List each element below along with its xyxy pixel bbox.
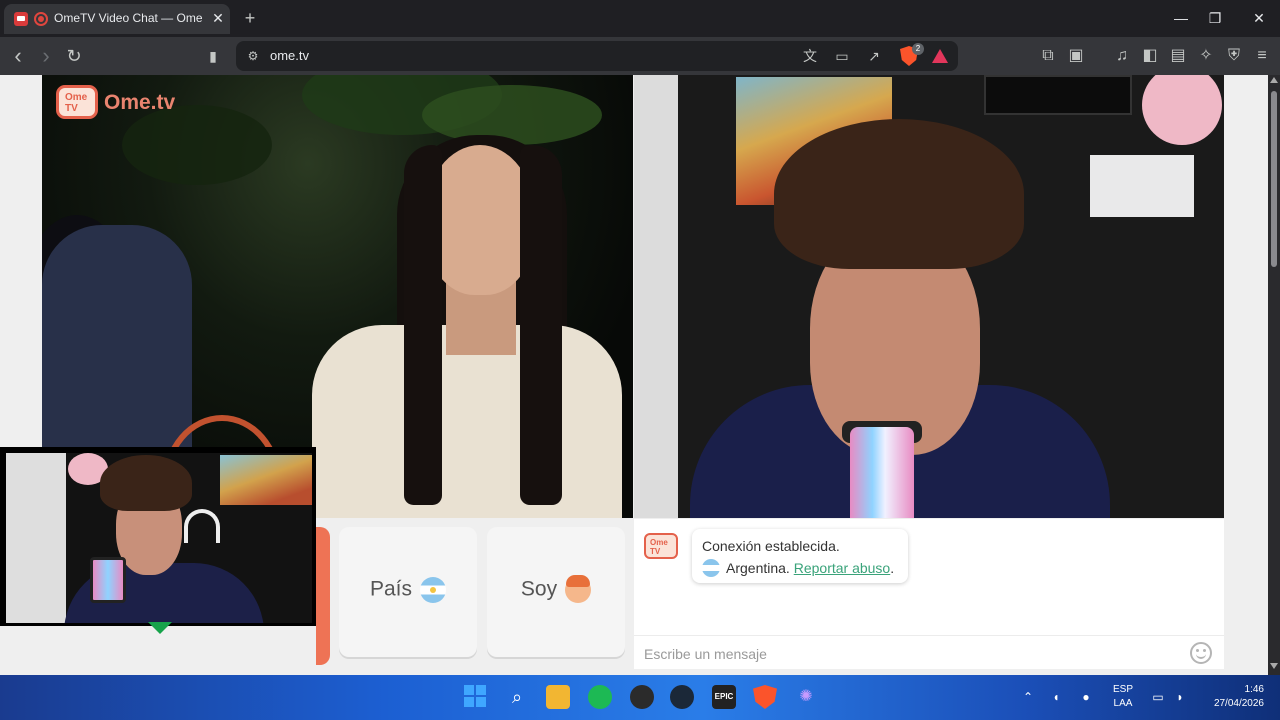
file-explorer-icon[interactable]: [546, 685, 570, 709]
bookmark-button[interactable]: ▮: [203, 46, 223, 66]
extensions-icon[interactable]: ⧉: [1038, 46, 1058, 66]
chevron-up-icon[interactable]: ⌃: [1020, 689, 1036, 705]
minimize-button[interactable]: —: [1170, 8, 1192, 28]
steam-icon[interactable]: [670, 685, 694, 709]
language-indicator[interactable]: ESP LAA: [1110, 683, 1136, 711]
logo-text: Ome.tv: [104, 91, 176, 114]
tab-title: OmeTV Video Chat — Omegle: [54, 11, 202, 25]
argentina-flag-icon: [702, 559, 720, 577]
tab-close-icon[interactable]: ✕: [209, 9, 227, 27]
back-button[interactable]: ‹: [8, 45, 28, 67]
arrow-down-icon: [148, 622, 172, 634]
time: 1:46: [1244, 684, 1264, 695]
gender-label: Soy: [520, 577, 558, 601]
gender-button[interactable]: Soy: [487, 527, 625, 657]
microphone-icon[interactable]: ●: [1078, 689, 1094, 705]
country-name: Argentina.: [726, 560, 790, 576]
sidebar-icon[interactable]: ◧: [1140, 46, 1160, 66]
shield-count-badge: 2: [912, 43, 924, 55]
menu-icon[interactable]: ≡: [1252, 46, 1272, 66]
ometv-logo: Ome TV Ome.tv: [56, 83, 186, 123]
country-label: País: [369, 577, 413, 601]
screenshot-icon[interactable]: ▣: [1066, 46, 1086, 66]
app-icon[interactable]: ✺: [794, 685, 818, 709]
report-abuse-link[interactable]: Reportar abuso: [794, 560, 891, 576]
chat-panel: Ome TV Conexión establecida. Argentina. …: [634, 519, 1224, 669]
reload-button[interactable]: ↻: [64, 46, 84, 66]
obs-icon[interactable]: [630, 685, 654, 709]
headphones-icon: [184, 509, 220, 543]
recording-icon: [34, 12, 48, 26]
argentina-flag-icon: [420, 577, 447, 603]
browser-tab[interactable]: OmeTV Video Chat — Omegle ✕: [4, 4, 230, 34]
translate-icon[interactable]: 文: [800, 46, 820, 66]
url-text[interactable]: ome.tv: [270, 48, 309, 63]
leo-icon[interactable]: ✧: [1196, 46, 1216, 66]
browser-toolbar: ‹ › ↻ ▮ ⚙ ome.tv 文 ▭ ↗ 2 ⧉ ▣ ♫ ◧ ▤ ✧ ⛨ ≡: [0, 37, 1280, 75]
facecam-overlay: [0, 447, 316, 626]
language: ESP: [1112, 684, 1133, 695]
speaker-icon[interactable]: ◖: [1048, 689, 1064, 705]
page-scrollbar[interactable]: [1268, 75, 1280, 675]
chat-input-row: [634, 635, 1224, 669]
logo-badge-text: Ome TV: [65, 92, 88, 114]
brave-rewards-icon[interactable]: [932, 49, 948, 63]
vpn-icon[interactable]: ⛨: [1224, 46, 1244, 66]
network-icon[interactable]: ▭: [1150, 689, 1166, 705]
start-button[interactable]: [316, 527, 330, 665]
ometv-avatar-icon: Ome TV: [644, 533, 678, 559]
spotify-icon[interactable]: [588, 685, 612, 709]
new-tab-button[interactable]: +: [240, 8, 260, 28]
cast-icon[interactable]: ▭: [832, 46, 852, 66]
date: 27/04/2026: [1213, 698, 1264, 709]
boy-emoji-icon: [565, 575, 592, 603]
country-line: Argentina. Reportar abuso.: [702, 559, 894, 577]
message-input[interactable]: [644, 644, 1164, 664]
volume-icon[interactable]: ◗: [1172, 689, 1188, 705]
ometv-favicon-icon: [14, 12, 28, 26]
site-info-icon[interactable]: ⚙: [244, 47, 262, 65]
tv-icon: Ome TV: [56, 85, 98, 119]
address-bar[interactable]: ⚙ ome.tv 文 ▭ ↗ 2: [236, 41, 958, 71]
epic-games-icon[interactable]: EPIC: [712, 685, 736, 709]
windows-taskbar: ⌕ EPIC ✺ ⌃ ◖ ● ESP LAA ▭ ◗ 1:46 27/04/20…: [0, 675, 1280, 720]
close-window-button[interactable]: ✕: [1248, 8, 1270, 28]
avatar-text: Ome TV: [650, 538, 668, 556]
keyboard-layout: LAA: [1113, 698, 1133, 709]
my-camera-video: [634, 75, 1224, 518]
clock[interactable]: 1:46 27/04/2026: [1198, 683, 1264, 711]
share-icon[interactable]: ↗: [864, 46, 884, 66]
tab-bar: OmeTV Video Chat — Omegle ✕ + — ❐ ✕: [0, 0, 1280, 37]
media-icon[interactable]: ♫: [1112, 46, 1132, 66]
report-suffix: .: [890, 560, 895, 576]
scroll-thumb[interactable]: [1271, 91, 1277, 267]
scroll-up-icon[interactable]: [1270, 77, 1278, 83]
system-message: Conexión establecida. Argentina. Reporta…: [692, 529, 908, 583]
forward-button[interactable]: ›: [36, 45, 56, 67]
search-icon[interactable]: ⌕: [505, 685, 529, 709]
country-filter-button[interactable]: País: [339, 527, 477, 657]
maximize-button[interactable]: ❐: [1204, 8, 1226, 28]
start-icon[interactable]: [464, 685, 488, 709]
wallet-icon[interactable]: ▤: [1168, 46, 1188, 66]
connection-status: Conexión establecida.: [702, 538, 840, 554]
emoji-icon[interactable]: [1190, 642, 1212, 664]
scroll-down-icon[interactable]: [1270, 663, 1278, 669]
brave-icon[interactable]: [753, 685, 777, 709]
